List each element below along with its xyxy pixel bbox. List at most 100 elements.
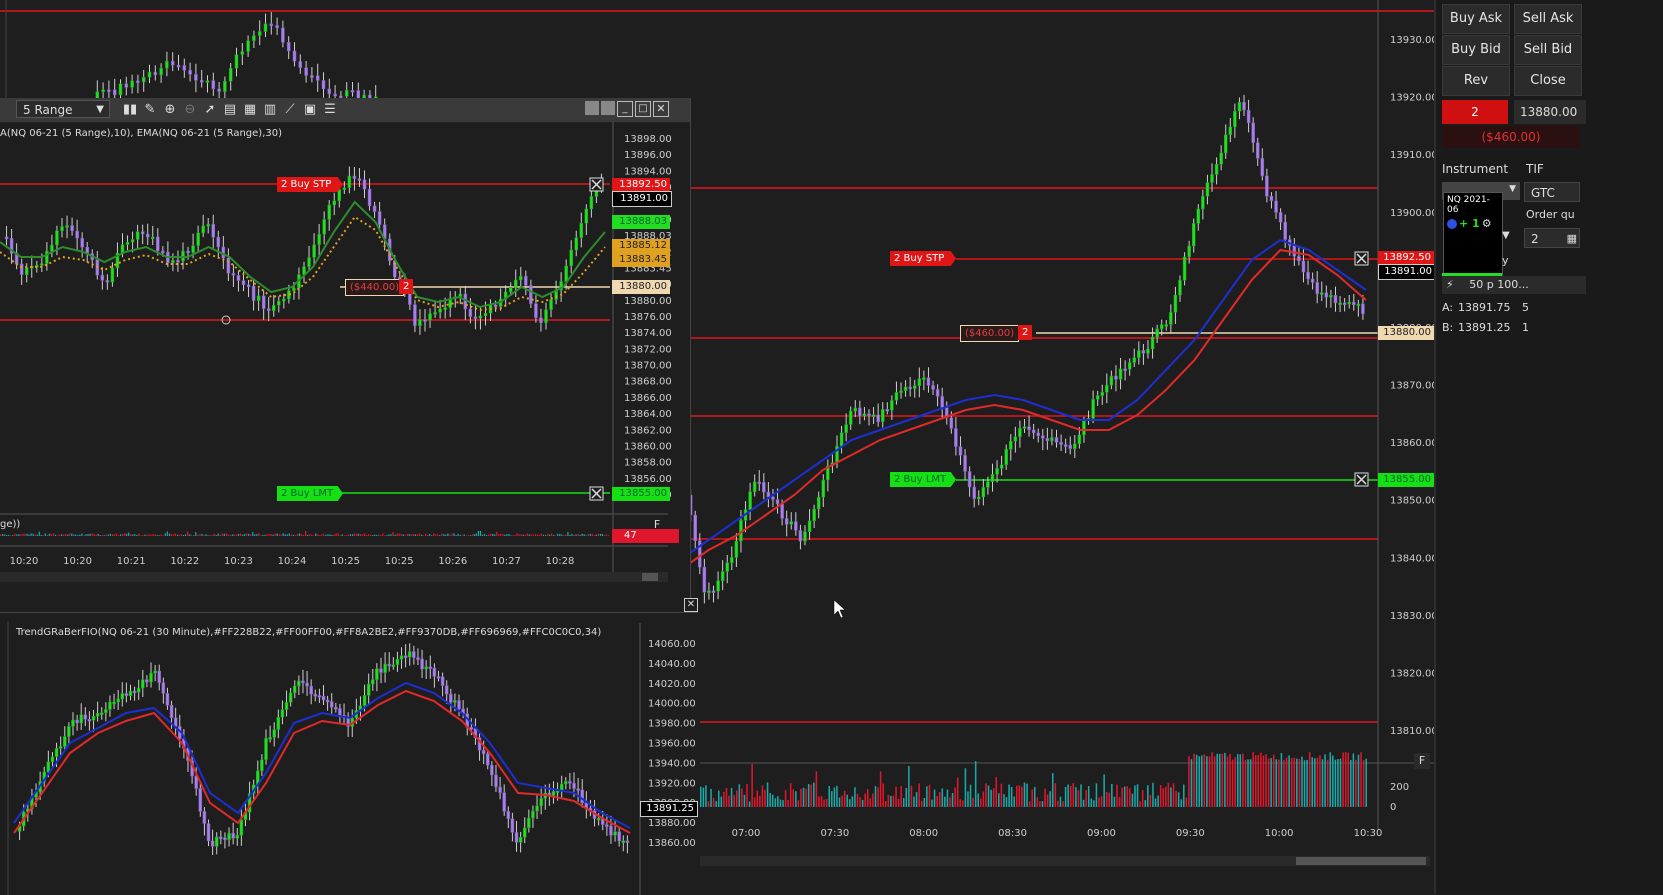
buy-ask-button[interactable]: Buy Ask bbox=[1442, 4, 1510, 34]
candle bbox=[1278, 212, 1283, 223]
volume-bar bbox=[571, 533, 573, 536]
close-subwindow-icon[interactable]: ✕ bbox=[684, 598, 698, 612]
range-f-button[interactable]: F bbox=[650, 518, 664, 532]
candle bbox=[272, 305, 276, 311]
zoom-out-icon[interactable]: ⊖ bbox=[180, 100, 200, 120]
volume-bar bbox=[1350, 760, 1352, 807]
candle bbox=[524, 275, 528, 286]
candle bbox=[165, 693, 170, 706]
main-y-tick: 13860.00 bbox=[1390, 438, 1434, 449]
order-qty-input[interactable]: 2 ▦ bbox=[1524, 228, 1580, 248]
candle bbox=[711, 590, 716, 593]
candle bbox=[181, 250, 185, 262]
range-chart-scrollbar[interactable] bbox=[0, 572, 668, 582]
volume-bar bbox=[447, 533, 449, 536]
tile-alt-icon[interactable] bbox=[601, 101, 615, 115]
cancel-stop-order-icon[interactable] bbox=[589, 177, 604, 192]
minute-y-tick: 13920.00 bbox=[648, 778, 696, 789]
close-icon[interactable]: ✕ bbox=[653, 101, 669, 117]
data-box-icon[interactable]: ▣ bbox=[300, 100, 320, 120]
candle bbox=[344, 90, 349, 97]
template-icon[interactable]: ▦ bbox=[240, 100, 260, 120]
pointer-icon[interactable]: ➚ bbox=[200, 100, 220, 120]
volume-bar bbox=[386, 535, 388, 536]
indicators-icon[interactable]: ▥ bbox=[260, 100, 280, 120]
close-position-button[interactable]: Close bbox=[1514, 66, 1582, 96]
cancel-limit-order-icon[interactable] bbox=[1354, 472, 1369, 487]
volume-bar bbox=[538, 534, 541, 536]
properties-icon[interactable]: ▤ bbox=[220, 100, 240, 120]
volume-bar bbox=[895, 786, 897, 807]
volume-bar bbox=[343, 535, 345, 536]
buy-stp-order-label[interactable]: 2 Buy STP bbox=[277, 177, 343, 192]
minute-y-tick: 13960.00 bbox=[648, 739, 696, 750]
buy-bid-button[interactable]: Buy Bid bbox=[1442, 35, 1510, 65]
volume-bar bbox=[1100, 796, 1103, 807]
minute-chart-window[interactable]: TrendGRaBerFIO(NQ 06-21 (30 Minute),#FF2… bbox=[0, 612, 698, 895]
account-select-chevron-icon[interactable]: ▼ bbox=[1502, 230, 1510, 241]
candle bbox=[949, 417, 954, 429]
position-qty[interactable]: 2 bbox=[399, 279, 414, 294]
main-chart-canvas[interactable]: 13930.0013920.0013910.0013900.0013890.00… bbox=[676, 0, 1434, 894]
zoom-in-icon[interactable]: ⊕ bbox=[160, 100, 180, 120]
minimize-icon[interactable]: _ bbox=[617, 101, 633, 117]
main-buy-lmt-order-label[interactable]: 2 Buy LMT bbox=[890, 472, 956, 487]
tif-select[interactable]: GTC bbox=[1524, 182, 1580, 202]
position-pnl[interactable]: ($440.00) bbox=[345, 279, 405, 296]
volume-bar bbox=[418, 533, 421, 536]
volume-bar bbox=[30, 533, 32, 536]
cancel-stop-order-icon[interactable] bbox=[1354, 251, 1369, 266]
volume-bar bbox=[843, 790, 846, 807]
candle bbox=[1352, 301, 1356, 306]
main-position-pnl[interactable]: ($460.00) bbox=[960, 325, 1020, 342]
bar-type-icon[interactable]: ▮▮ bbox=[120, 100, 140, 120]
volume-bar bbox=[394, 534, 396, 536]
volume-bar bbox=[91, 533, 93, 536]
range-chart-window[interactable]: 5 Range ▼ ▮▮ ✎ ⊕ ⊖ ➚ ▤ ▦ ▥ ⟋ ▣ ☰ _ □ ✕ A… bbox=[0, 98, 691, 606]
volume-bar bbox=[319, 534, 321, 536]
sell-bid-button[interactable]: Sell Bid bbox=[1514, 35, 1582, 65]
volume-bar bbox=[246, 533, 248, 536]
candle bbox=[544, 309, 548, 323]
volume-bar bbox=[233, 534, 236, 536]
main-x-tick: 09:30 bbox=[1176, 828, 1205, 839]
calculator-icon[interactable]: ▦ bbox=[1567, 229, 1577, 249]
sell-ask-button[interactable]: Sell Ask bbox=[1514, 4, 1582, 34]
instrument-popup[interactable]: NQ 2021-06 + 1 ⚙ bbox=[1443, 192, 1503, 276]
range-y-tick: 13898.00 bbox=[624, 134, 672, 145]
main-buy-stp-order-label[interactable]: 2 Buy STP bbox=[890, 251, 956, 266]
candle bbox=[100, 274, 105, 281]
candle bbox=[211, 80, 216, 90]
volume-bar bbox=[382, 533, 384, 536]
candle bbox=[508, 287, 513, 293]
tif-value: GTC bbox=[1531, 186, 1555, 200]
volume-bar bbox=[136, 534, 138, 536]
buy-lmt-order-label[interactable]: 2 Buy LMT bbox=[277, 486, 343, 501]
atm-strategy-select[interactable]: ⚡ 50 p 100... bbox=[1442, 276, 1586, 294]
candle bbox=[239, 819, 244, 836]
main-chart[interactable]: 13930.0013920.0013910.0013900.0013890.00… bbox=[676, 0, 1434, 894]
tile-icon[interactable] bbox=[585, 101, 599, 115]
candle bbox=[307, 257, 311, 267]
list-icon[interactable]: ☰ bbox=[320, 100, 340, 120]
candle bbox=[1324, 292, 1329, 298]
cancel-limit-order-icon[interactable] bbox=[589, 486, 604, 501]
range-chart-canvas[interactable]: 13898.00 13896.00 13894.0013892.5013891.00… bbox=[0, 122, 690, 606]
main-position-qty[interactable]: 2 bbox=[1018, 325, 1033, 340]
main-f-button[interactable]: F bbox=[1414, 753, 1430, 769]
candle bbox=[145, 679, 149, 683]
ema-red-line bbox=[679, 248, 1367, 571]
range-type-select[interactable]: 5 Range ▼ bbox=[16, 100, 110, 118]
maximize-icon[interactable]: □ bbox=[635, 101, 651, 117]
minute-chart-canvas[interactable]: 14060.00 14040.00 14020.00 14000.00 13980.00… bbox=[0, 613, 698, 895]
strategies-icon[interactable]: ⟋ bbox=[280, 100, 300, 120]
candle bbox=[198, 788, 203, 812]
volume-bar bbox=[1123, 786, 1126, 807]
volume-bar bbox=[1262, 755, 1265, 807]
gear-icon[interactable]: ⚙ bbox=[1482, 217, 1492, 230]
volume-bar bbox=[1344, 752, 1347, 807]
pencil-icon[interactable]: ✎ bbox=[140, 100, 160, 120]
reverse-button[interactable]: Rev bbox=[1442, 66, 1510, 96]
range-y-tick: 13864.00 bbox=[624, 409, 672, 420]
mouse-cursor-icon bbox=[833, 599, 846, 619]
